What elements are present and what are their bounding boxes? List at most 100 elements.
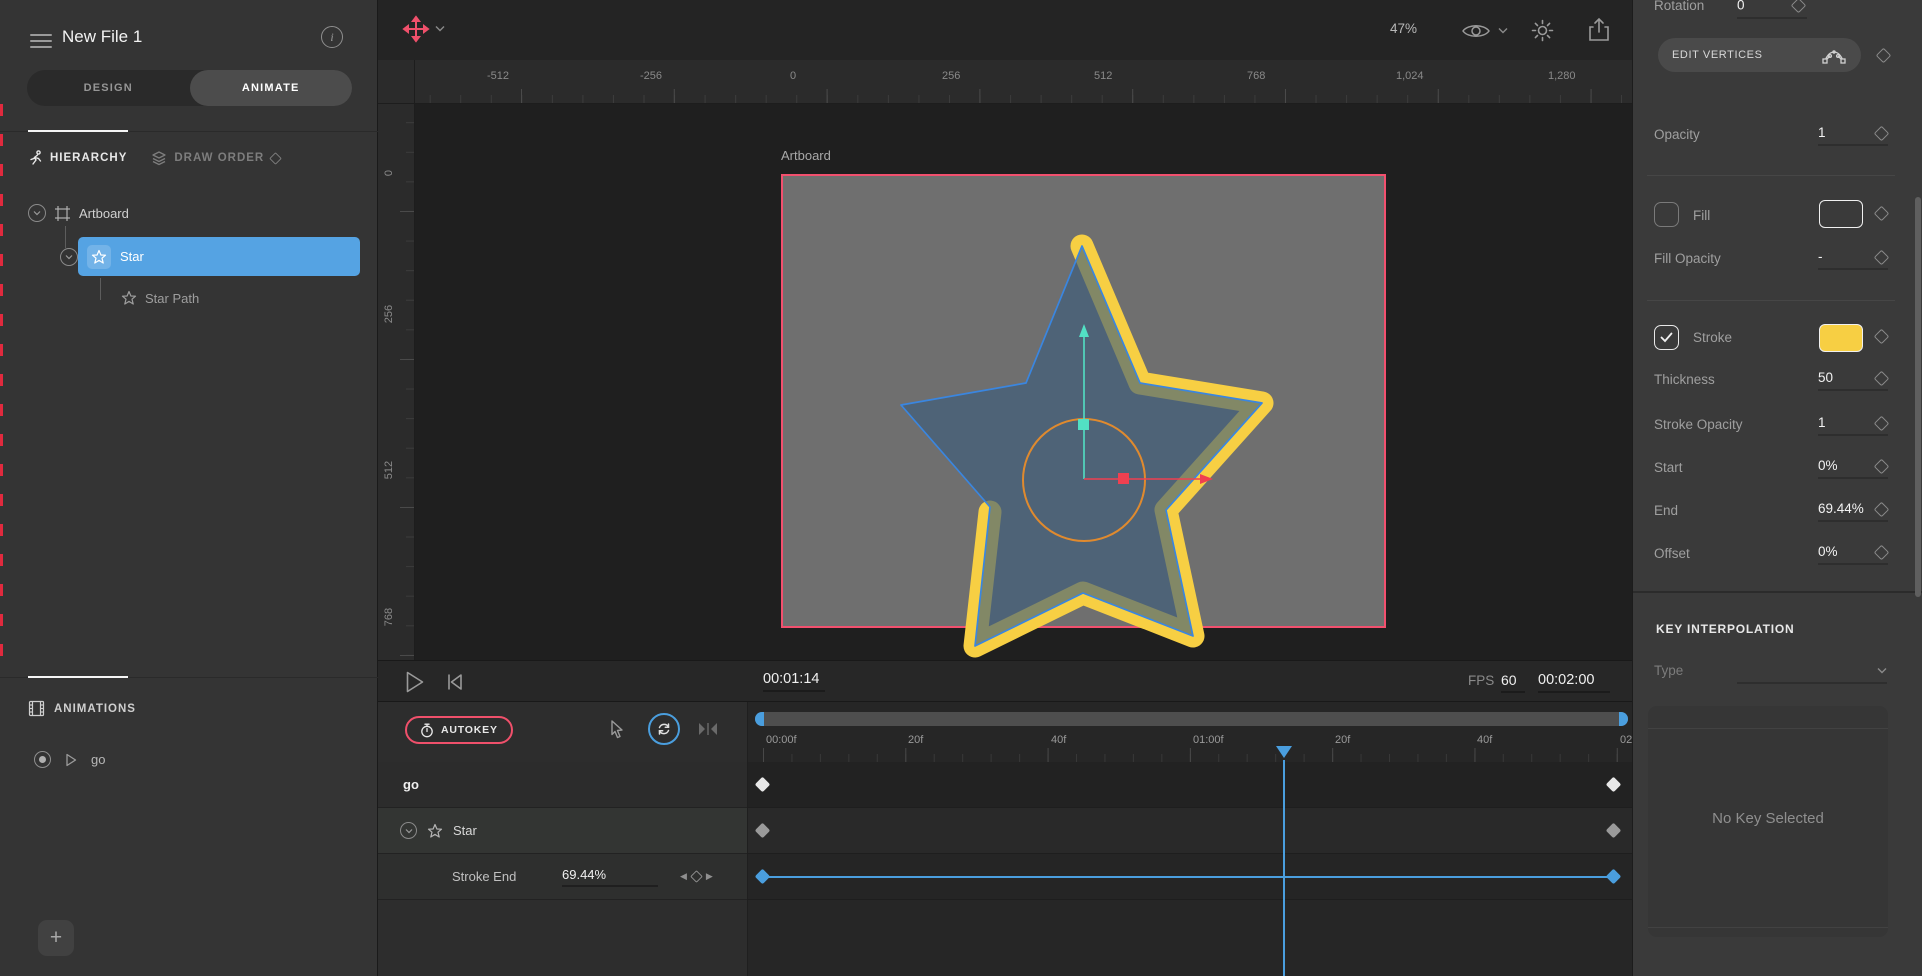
fill-opacity-label: Fill Opacity [1654, 251, 1721, 266]
key-interpolation-header: KEY INTERPOLATION [1656, 622, 1795, 636]
autokey-toggle[interactable]: AUTOKEY [405, 716, 513, 744]
stage-canvas[interactable]: Artboard [378, 60, 1632, 660]
next-key-icon[interactable]: ▶ [706, 871, 713, 882]
file-title: New File 1 [62, 27, 142, 47]
keyframe-diamond[interactable] [755, 823, 771, 839]
keyframe-diamond[interactable] [755, 777, 771, 793]
radio-selected-icon[interactable] [34, 751, 51, 768]
timeline-range-scrubber[interactable] [755, 712, 1628, 726]
skip-to-start-button[interactable] [446, 673, 464, 691]
tab-animate[interactable]: ANIMATE [190, 70, 353, 106]
add-key-diamond-icon[interactable] [690, 870, 703, 883]
stroke-keyframe-diamond[interactable] [1874, 329, 1890, 345]
animation-name: go [91, 752, 105, 767]
star-path-icon [121, 290, 137, 306]
loop-toggle[interactable] [648, 713, 680, 745]
fill-label: Fill [1693, 208, 1710, 223]
stroke-offset-label: Offset [1654, 546, 1690, 561]
layers-icon [151, 150, 167, 166]
ruler-vertical: 0 256 512 768 [378, 104, 415, 660]
chevron-down-icon[interactable] [28, 204, 46, 222]
ping-pong-icon[interactable] [698, 722, 718, 736]
timeline-animation-name: go [403, 777, 419, 792]
artboard[interactable] [781, 174, 1386, 628]
fps-value[interactable]: 60 [1501, 672, 1525, 693]
timeline-row-stroke-end[interactable]: Stroke End 69.44% ◀ ▶ [378, 854, 1632, 900]
divider [1648, 728, 1888, 729]
fill-checkbox[interactable] [1654, 202, 1679, 227]
interpolation-type-label: Type [1654, 663, 1683, 678]
visibility-chevron-down-icon[interactable] [1498, 27, 1508, 34]
playback-bar: 00:01:14 FPS 60 00:02:00 [378, 660, 1632, 702]
tree-item-star-selected[interactable]: Star [78, 237, 360, 276]
tree-item-artboard[interactable]: Artboard [28, 204, 129, 222]
stroke-checkbox[interactable] [1654, 325, 1679, 350]
add-animation-button[interactable]: + [38, 920, 74, 956]
left-sidebar: New File 1 i DESIGN ANIMATE HIERARCHY DR… [0, 0, 378, 976]
rotation-label: Rotation [1654, 0, 1704, 13]
zoom-level[interactable]: 47% [1390, 21, 1417, 36]
visibility-eye-icon[interactable] [1461, 21, 1491, 41]
divider [1648, 927, 1888, 928]
fps-label: FPS [1468, 673, 1494, 688]
artboard-icon [54, 205, 71, 222]
star-icon [427, 823, 443, 839]
stroke-label: Stroke [1693, 330, 1732, 345]
chevron-down-icon[interactable] [60, 248, 78, 266]
play-small-icon[interactable] [65, 753, 77, 767]
timeline-ruler[interactable]: 00:00f 20f 40f 01:00f 20f 40f 02 [747, 730, 1632, 762]
ruler-horizontal: -512 -256 0 256 512 768 1,024 1,280 [415, 60, 1632, 104]
settings-gear-icon[interactable] [1530, 18, 1555, 43]
edit-vertices-keyframe-diamond[interactable] [1876, 48, 1892, 64]
move-tool-icon[interactable] [402, 15, 430, 43]
play-button[interactable] [405, 670, 425, 694]
tab-draw-order[interactable]: DRAW ORDER [151, 150, 280, 166]
interpolation-type-select[interactable] [1737, 660, 1887, 684]
tool-chevron-down-icon[interactable] [435, 25, 445, 32]
tree-item-star-path[interactable]: Star Path [121, 290, 199, 306]
timeline-row-animation[interactable]: go [378, 762, 1632, 808]
fill-keyframe-diamond[interactable] [1874, 206, 1890, 222]
menu-hamburger-icon[interactable] [30, 30, 52, 52]
info-icon[interactable]: i [321, 26, 343, 48]
share-export-icon[interactable] [1587, 17, 1611, 43]
keyframe-diamond[interactable] [1606, 869, 1622, 885]
playhead-line[interactable] [1283, 760, 1285, 976]
artboard-label[interactable]: Artboard [781, 148, 831, 163]
stroke-opacity-label: Stroke Opacity [1654, 417, 1743, 432]
gizmo-y-handle[interactable] [1078, 419, 1089, 430]
chevron-down-icon[interactable] [400, 822, 417, 839]
inspector-scrollbar[interactable] [1915, 197, 1921, 597]
keyframe-diamond[interactable] [755, 869, 771, 885]
film-icon [28, 700, 45, 717]
stroke-color-swatch[interactable] [1819, 324, 1863, 352]
timeline-panel: AUTOKEY 00:00f 20f 40f 01:00f 20f 40f 02… [378, 702, 1632, 976]
rive-editor-window: New File 1 i DESIGN ANIMATE HIERARCHY DR… [0, 0, 1922, 976]
prev-key-icon[interactable]: ◀ [680, 871, 687, 882]
keyframe-diamond[interactable] [1606, 823, 1622, 839]
fill-color-swatch[interactable] [1819, 200, 1863, 228]
animation-list-item[interactable]: go [34, 751, 105, 768]
tab-design[interactable]: DESIGN [27, 70, 190, 106]
tab-hierarchy[interactable]: HIERARCHY [28, 150, 127, 166]
playhead-handle[interactable] [1276, 746, 1292, 758]
opacity-label: Opacity [1654, 127, 1700, 142]
star-shape[interactable] [781, 174, 1386, 660]
stroke-end-value-input[interactable]: 69.44% [562, 867, 658, 887]
mode-tabs: DESIGN ANIMATE [27, 70, 352, 106]
stage-toolbar: 47% [378, 0, 1632, 60]
gizmo-x-handle[interactable] [1118, 473, 1129, 484]
current-time[interactable]: 00:01:14 [763, 671, 825, 692]
no-key-selected-text: No Key Selected [1648, 810, 1888, 827]
duration-value[interactable]: 00:02:00 [1538, 672, 1610, 693]
timeline-row-star[interactable]: Star [378, 808, 1632, 854]
edit-vertices-button[interactable]: EDIT VERTICES [1658, 38, 1861, 72]
keyframe-controls: ◀ ▶ [680, 871, 713, 882]
divider [1647, 300, 1895, 301]
keyframe-diamond[interactable] [1606, 777, 1622, 793]
section-divider [1633, 591, 1922, 593]
range-handle-left[interactable] [755, 712, 764, 726]
animations-header: ANIMATIONS [28, 700, 136, 717]
cursor-tool-icon[interactable] [608, 719, 626, 739]
stopwatch-icon [420, 723, 434, 738]
